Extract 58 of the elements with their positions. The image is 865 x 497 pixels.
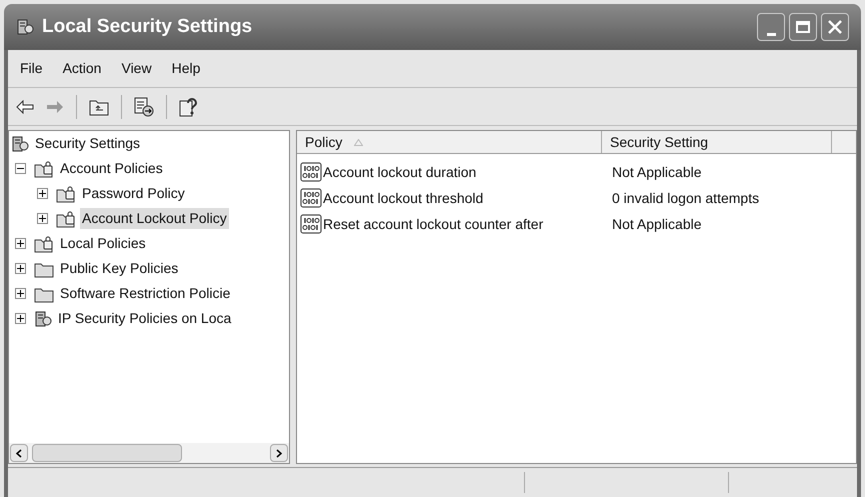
scroll-right-button[interactable] [270, 444, 288, 462]
column-header[interactable]: Policy [297, 131, 602, 153]
tree-item[interactable]: Account Lockout Policy [80, 208, 229, 229]
tree-item[interactable]: Security Settings [33, 133, 142, 154]
sort-arrow-icon [354, 138, 364, 146]
policy-icon [300, 162, 322, 182]
minimize-button[interactable] [757, 13, 785, 41]
policy-name[interactable]: Reset account lockout counter after [323, 214, 544, 234]
window-title: Local Security Settings [42, 14, 252, 39]
scroll-left-button[interactable] [10, 444, 28, 462]
locked-folder-icon [56, 184, 76, 202]
tree-item[interactable]: Public Key Policies [58, 258, 180, 279]
server-icon [16, 18, 34, 36]
locked-folder-icon [56, 210, 76, 228]
expand-toggle[interactable] [37, 188, 48, 199]
help-icon[interactable] [179, 96, 199, 116]
menu-item[interactable]: File [20, 58, 43, 79]
close-button[interactable] [821, 13, 849, 41]
expand-toggle[interactable] [15, 238, 26, 249]
policy-name[interactable]: Account lockout threshold [323, 188, 484, 208]
plus-icon [17, 240, 24, 247]
server-icon [34, 310, 52, 328]
plus-icon [39, 215, 46, 222]
up-folder-icon[interactable] [89, 98, 109, 116]
tree-item[interactable]: Password Policy [80, 183, 187, 204]
tree-item[interactable]: Account Policies [58, 158, 165, 179]
tree-item[interactable]: Software Restriction Policie [58, 283, 232, 304]
setting-value: 0 invalid logon attempts [611, 188, 760, 208]
plus-icon [17, 265, 24, 272]
expand-toggle[interactable] [37, 213, 48, 224]
horizontal-scrollbar[interactable] [9, 443, 289, 463]
tree-item[interactable]: Local Policies [58, 233, 148, 254]
maximize-button[interactable] [789, 13, 817, 41]
expand-toggle[interactable] [15, 263, 26, 274]
scroll-thumb[interactable] [32, 444, 182, 462]
expand-toggle[interactable] [15, 313, 26, 324]
menu-item[interactable]: Help [172, 58, 200, 79]
plus-icon [39, 190, 46, 197]
locked-folder-icon [34, 160, 54, 178]
policy-name[interactable]: Account lockout duration [323, 162, 476, 182]
setting-value: Not Applicable [611, 162, 702, 182]
menu-item[interactable]: Action [62, 58, 102, 79]
export-list-icon[interactable] [134, 96, 154, 116]
setting-value: Not Applicable [611, 214, 702, 234]
collapse-toggle[interactable] [15, 163, 26, 174]
plus-icon [17, 290, 24, 297]
policy-icon [300, 188, 322, 208]
locked-folder-icon [34, 234, 54, 252]
server-icon [11, 134, 29, 152]
expand-toggle[interactable] [15, 288, 26, 299]
tree-item[interactable]: IP Security Policies on Loca [56, 308, 234, 329]
close-icon [827, 19, 843, 35]
column-header[interactable]: Security Setting [602, 131, 832, 153]
menu-item[interactable]: View [121, 58, 152, 79]
minus-icon [17, 165, 24, 172]
back-arrow-icon[interactable] [16, 100, 34, 114]
plus-icon [17, 315, 24, 322]
policy-icon [300, 214, 322, 234]
